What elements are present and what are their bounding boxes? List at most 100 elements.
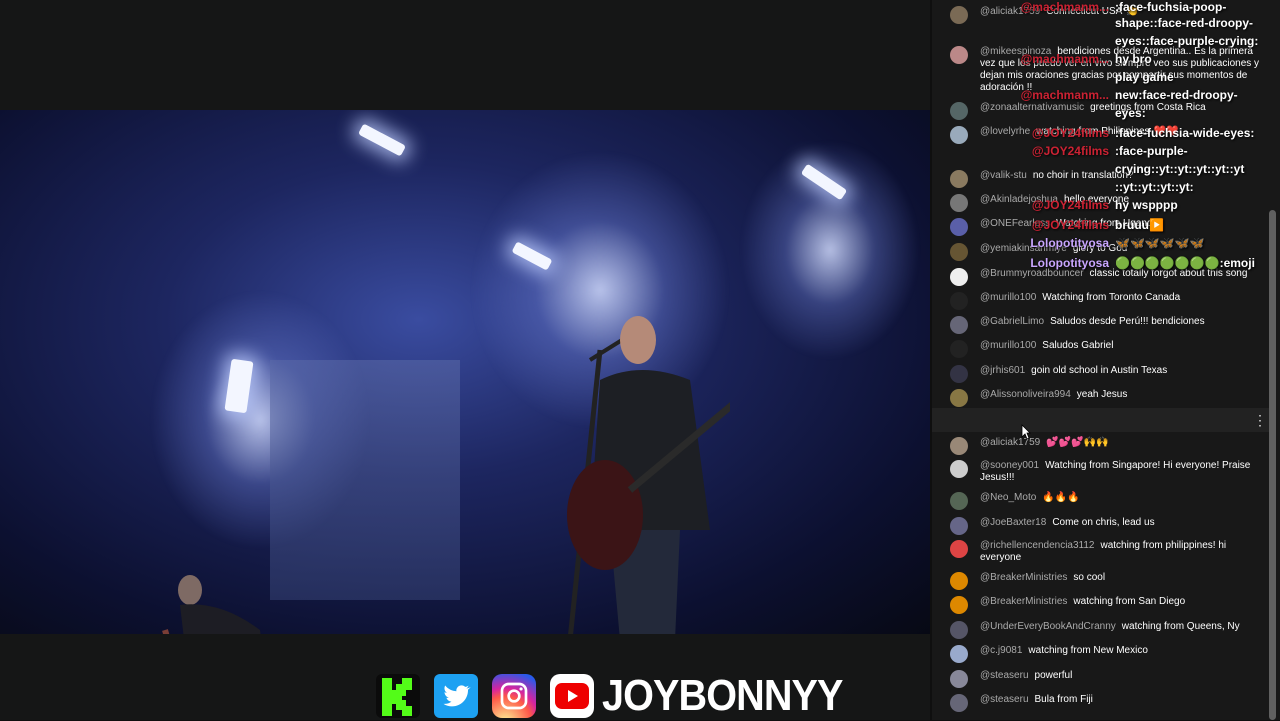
avatar[interactable] (950, 292, 968, 310)
avatar[interactable] (950, 46, 968, 64)
chat-author[interactable]: @Neo_Moto (980, 492, 1036, 503)
chat-text: yeah Jesus (1076, 389, 1128, 400)
overlay-username: @JOY24films (1031, 126, 1109, 140)
chat-author[interactable]: @lovelyrhe (980, 126, 1030, 137)
avatar[interactable] (950, 340, 968, 358)
chat-message-content: @BreakerMinistries so cool (980, 572, 1260, 584)
chat-message-content: @UnderEveryBookAndCranny watching from Qu… (980, 621, 1260, 633)
avatar[interactable] (950, 621, 968, 639)
overlay-username: @machmanm... (1020, 52, 1109, 66)
chat-author[interactable]: @BreakerMinistries (980, 572, 1067, 583)
chat-text: Watching from Toronto Canada (1042, 292, 1181, 303)
chat-message-content: @Neo_Moto 🔥🔥🔥 (980, 492, 1260, 504)
chat-scrollbar[interactable] (1269, 210, 1276, 720)
chat-author[interactable]: @JoeBaxter18 (980, 517, 1046, 528)
overlay-text: bruuu▶️ (1115, 218, 1164, 232)
avatar[interactable] (950, 126, 968, 144)
chat-text: 💕💕💕🙌🙌 (1046, 437, 1109, 448)
avatar[interactable] (950, 365, 968, 383)
chat-text: Saludos desde Perú!!! bendiciones (1050, 316, 1205, 327)
chat-author[interactable]: @murillo100 (980, 292, 1036, 303)
avatar[interactable] (950, 316, 968, 334)
avatar[interactable] (950, 170, 968, 188)
chat-text: 🔥🔥🔥 (1042, 492, 1080, 503)
chat-message-content: @JoeBaxter18 Come on chris, lead us (980, 517, 1260, 529)
overlay-chat-line: @JOY24films :face-fuchsia-wide-eyes: (1032, 126, 1255, 140)
overlay-text: eyes::face-purple-crying: (1115, 34, 1259, 48)
kick-icon[interactable] (376, 674, 420, 718)
chat-text: watching from San Diego (1073, 596, 1186, 607)
avatar[interactable] (950, 437, 968, 455)
youtube-icon[interactable] (550, 674, 594, 718)
overlay-chat-line: eyes::face-purple-crying: (1115, 34, 1258, 48)
overlay-chat-line: play game (1115, 70, 1174, 84)
chat-author[interactable]: @jrhis601 (980, 365, 1025, 376)
chat-author[interactable]: @Alissonoliveira994 (980, 389, 1071, 400)
twitter-icon[interactable] (434, 674, 478, 718)
overlay-chat-line: @machmanm... new:face-red-droopy- (1021, 88, 1238, 102)
chat-author[interactable]: @valik-stu (980, 170, 1027, 181)
avatar[interactable] (950, 194, 968, 212)
concert-video[interactable] (0, 110, 930, 634)
chat-message-content: @c.j9081 watching from New Mexico (980, 645, 1260, 657)
instagram-icon[interactable] (492, 674, 536, 718)
avatar[interactable] (950, 596, 968, 614)
overlay-text: crying::yt::yt::yt::yt::yt (1115, 162, 1245, 176)
more-options-icon[interactable]: ⋮ (1253, 413, 1267, 427)
avatar[interactable] (950, 540, 968, 558)
avatar[interactable] (950, 460, 968, 478)
avatar[interactable] (950, 670, 968, 688)
avatar[interactable] (950, 218, 968, 236)
avatar[interactable] (950, 102, 968, 120)
chat-author[interactable]: @GabrielLimo (980, 316, 1044, 327)
avatar[interactable] (950, 492, 968, 510)
social-bar: JOYBONNYY (376, 671, 869, 720)
overlay-chat-line: @JOY24films hy wspppp (1032, 198, 1178, 212)
overlay-username: @JOY24films (1031, 144, 1109, 158)
mouse-cursor-icon (1021, 424, 1031, 440)
chat-text: greetings from Costa Rica (1090, 102, 1206, 113)
hovered-chat-row[interactable] (932, 408, 1270, 432)
chat-message-content: @murillo100 Watching from Toronto Canada (980, 292, 1260, 304)
chat-author[interactable]: @steaseru (980, 694, 1029, 705)
chat-message-content: @steaseru Bula from Fiji (980, 694, 1260, 706)
overlay-text: :face-fuchsia-wide-eyes: (1115, 126, 1255, 140)
chat-text: Saludos Gabriel (1042, 340, 1114, 351)
avatar[interactable] (950, 243, 968, 261)
overlay-text: shape::face-red-droopy- (1115, 16, 1254, 30)
overlay-chat-line: ::yt::yt::yt::yt: (1115, 180, 1194, 194)
chat-author[interactable]: @zonaalternativamusic (980, 102, 1084, 113)
guitarist-silhouette (162, 575, 261, 634)
live-chat-panel: @aliciak1759 Connecticut USA 👏 @mikeespinoz… (932, 0, 1280, 720)
avatar[interactable] (950, 572, 968, 590)
overlay-chat-line: Lolopotityosa 🦋🦋🦋🦋🦋🦋 (1030, 236, 1204, 250)
avatar[interactable] (950, 6, 968, 24)
avatar[interactable] (950, 517, 968, 535)
chat-author[interactable]: @UnderEveryBookAndCranny (980, 621, 1116, 632)
chat-message-content: @richellencendencia3112 watching from phi… (980, 540, 1260, 564)
chat-text: powerful (1034, 670, 1073, 681)
chat-author[interactable]: @richellencendencia3112 (980, 540, 1095, 551)
chat-message-content: @jrhis601 goin old school in Austin Texas (980, 365, 1260, 377)
avatar[interactable] (950, 268, 968, 286)
chat-text: Come on chris, lead us (1052, 517, 1155, 528)
overlay-username: Lolopotityosa (1030, 256, 1109, 270)
overlay-text: new:face-red-droopy- (1115, 88, 1238, 102)
chat-text: watching from Queens, Ny (1121, 621, 1240, 632)
avatar[interactable] (950, 645, 968, 663)
chat-author[interactable]: @sooney001 (980, 460, 1039, 471)
chat-author[interactable]: @murillo100 (980, 340, 1036, 351)
chat-text: goin old school in Austin Texas (1031, 365, 1168, 376)
avatar[interactable] (950, 389, 968, 407)
overlay-username: Lolopotityosa (1030, 236, 1109, 250)
chat-author[interactable]: @BreakerMinistries (980, 596, 1067, 607)
channel-handle: JOYBONNYY (602, 671, 843, 720)
chat-author[interactable]: @steaseru (980, 670, 1029, 681)
singer-silhouette (567, 316, 730, 634)
overlay-username: @JOY24films (1031, 198, 1109, 212)
chat-author[interactable]: @c.j9081 (980, 645, 1022, 656)
chat-author[interactable]: @aliciak1759 (980, 437, 1040, 448)
avatar[interactable] (950, 694, 968, 712)
overlay-text: play game (1115, 70, 1174, 84)
overlay-text: 🟢🟢🟢🟢🟢🟢🟢:emoji (1115, 256, 1255, 270)
